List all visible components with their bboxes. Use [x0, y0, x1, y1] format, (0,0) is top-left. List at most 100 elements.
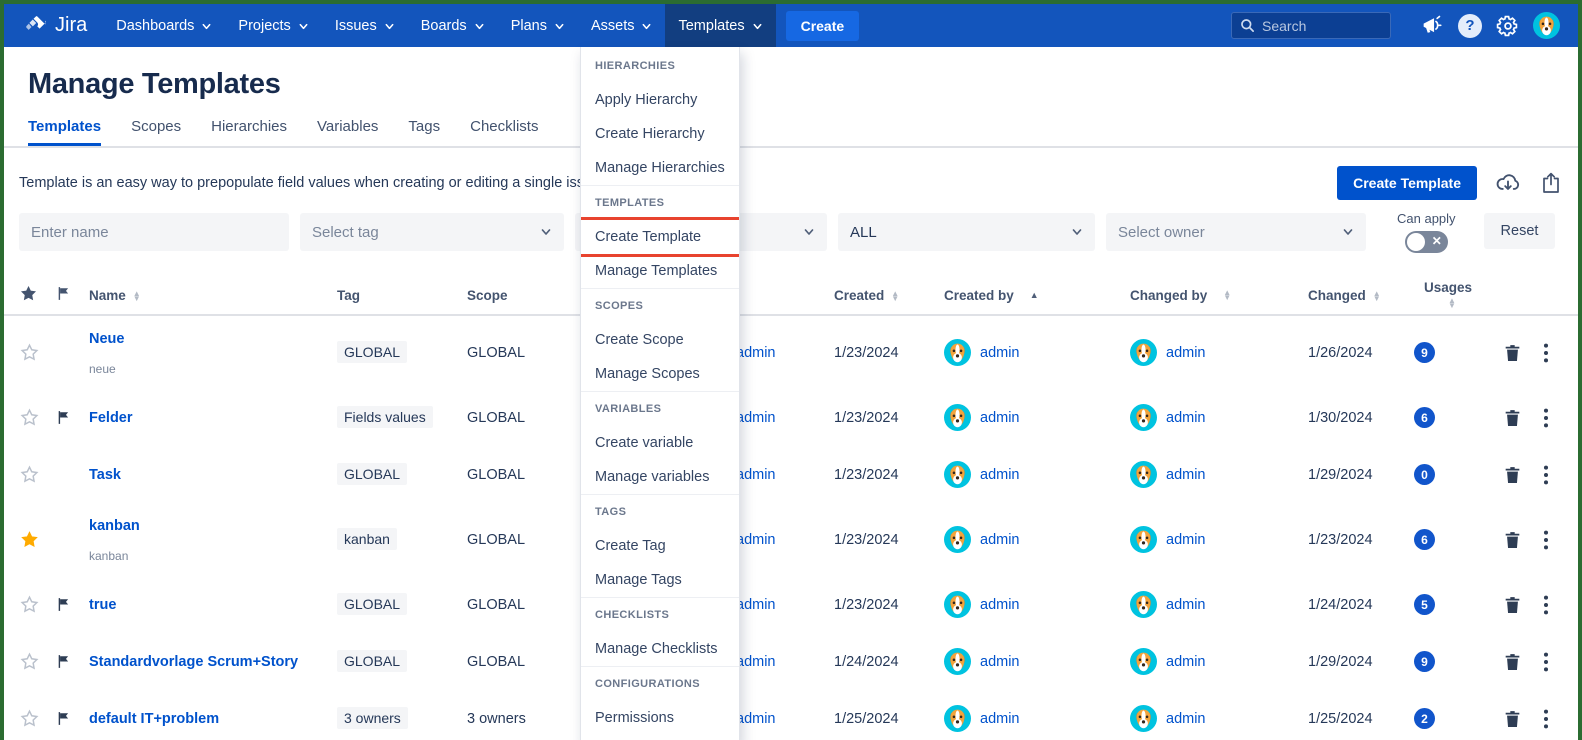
nav-item-templates[interactable]: Templates — [665, 4, 775, 47]
changed-by-link[interactable]: admin — [1166, 532, 1206, 548]
owner-link[interactable]: admin — [736, 345, 776, 361]
more-actions-button[interactable] — [1543, 529, 1549, 551]
global-search[interactable] — [1231, 12, 1391, 39]
more-actions-button[interactable] — [1543, 594, 1549, 616]
header-name[interactable]: Name▲▼ — [89, 288, 337, 303]
tab-templates[interactable]: Templates — [28, 118, 101, 146]
tab-tags[interactable]: Tags — [408, 118, 440, 146]
jira-logo[interactable]: Jira — [25, 14, 87, 37]
menu-item-manage-scopes[interactable]: Manage Scopes — [581, 357, 739, 391]
favorite-star-icon[interactable] — [19, 594, 55, 615]
tab-variables[interactable]: Variables — [317, 118, 378, 146]
changed-by-link[interactable]: admin — [1166, 467, 1206, 483]
header-created-by[interactable]: Created by▲ — [926, 288, 1112, 303]
table-row[interactable]: Neue neue GLOBAL GLOBAL admin 1/23/2024 … — [4, 316, 1578, 389]
owner-link[interactable]: admin — [736, 410, 776, 426]
nav-item-assets[interactable]: Assets — [578, 4, 666, 47]
changed-by-link[interactable]: admin — [1166, 345, 1206, 361]
menu-item-create-tag[interactable]: Create Tag — [581, 529, 739, 563]
table-row[interactable]: Felder Fields values GLOBAL admin 1/23/2… — [4, 389, 1578, 446]
export-button[interactable] — [1539, 170, 1563, 196]
favorite-star-icon[interactable] — [19, 529, 55, 550]
delete-button[interactable] — [1502, 594, 1523, 616]
changed-by-link[interactable]: admin — [1166, 654, 1206, 670]
template-name-link[interactable]: kanban — [89, 518, 140, 534]
owner-link[interactable]: admin — [736, 532, 776, 548]
owner-link[interactable]: admin — [736, 597, 776, 613]
menu-item-create-template[interactable]: Create Template — [581, 220, 739, 254]
header-created[interactable]: Created▲▼ — [814, 288, 926, 303]
menu-item-manage-hierarchies[interactable]: Manage Hierarchies — [581, 151, 739, 185]
can-apply-toggle[interactable]: ✕ — [1405, 231, 1448, 253]
tab-checklists[interactable]: Checklists — [470, 118, 538, 146]
template-name-link[interactable]: Neue — [89, 331, 124, 347]
more-actions-button[interactable] — [1543, 464, 1549, 486]
table-row[interactable]: true GLOBAL GLOBAL admin 1/23/2024 admin… — [4, 576, 1578, 633]
delete-button[interactable] — [1502, 651, 1523, 673]
created-by-link[interactable]: admin — [980, 532, 1020, 548]
header-star[interactable] — [19, 284, 55, 306]
created-by-link[interactable]: admin — [980, 345, 1020, 361]
created-by-link[interactable]: admin — [980, 410, 1020, 426]
nav-item-issues[interactable]: Issues — [322, 4, 408, 47]
delete-button[interactable] — [1502, 342, 1523, 364]
owner-link[interactable]: admin — [736, 467, 776, 483]
menu-item-create-hierarchy[interactable]: Create Hierarchy — [581, 117, 739, 151]
more-actions-button[interactable] — [1543, 342, 1549, 364]
menu-item-manage-tags[interactable]: Manage Tags — [581, 563, 739, 597]
owner-link[interactable]: admin — [736, 654, 776, 670]
reset-button[interactable]: Reset — [1484, 213, 1556, 249]
template-name-link[interactable]: Standardvorlage Scrum+Story — [89, 654, 298, 670]
delete-button[interactable] — [1502, 464, 1523, 486]
type-filter-select[interactable]: ALL — [838, 213, 1095, 251]
header-usages[interactable]: Usages▲▼ — [1404, 280, 1496, 310]
menu-item-apply-hierarchy[interactable]: Apply Hierarchy — [581, 83, 739, 117]
menu-item-permissions[interactable]: Permissions — [581, 701, 739, 735]
menu-item-manage-variables[interactable]: Manage variables — [581, 460, 739, 494]
table-row[interactable]: Standardvorlage Scrum+Story GLOBAL GLOBA… — [4, 633, 1578, 690]
template-name-link[interactable]: Felder — [89, 410, 133, 426]
settings-button[interactable] — [1489, 14, 1527, 38]
created-by-link[interactable]: admin — [980, 711, 1020, 727]
menu-item-manage-checklists[interactable]: Manage Checklists — [581, 632, 739, 666]
table-row[interactable]: kanban kanban kanban GLOBAL admin 1/23/2… — [4, 503, 1578, 576]
more-actions-button[interactable] — [1543, 407, 1549, 429]
menu-item-create-variable[interactable]: Create variable — [581, 426, 739, 460]
changed-by-link[interactable]: admin — [1166, 711, 1206, 727]
delete-button[interactable] — [1502, 708, 1523, 730]
help-button[interactable]: ? — [1451, 14, 1489, 38]
announcements-button[interactable] — [1413, 13, 1451, 38]
delete-button[interactable] — [1502, 529, 1523, 551]
menu-item-manage-templates[interactable]: Manage Templates — [581, 254, 739, 288]
template-name-link[interactable]: default IT+problem — [89, 711, 219, 727]
more-actions-button[interactable] — [1543, 708, 1549, 730]
nav-item-projects[interactable]: Projects — [225, 4, 321, 47]
header-flag[interactable] — [55, 285, 89, 305]
header-tag[interactable]: Tag — [337, 288, 467, 303]
user-avatar-button[interactable] — [1527, 12, 1565, 39]
tab-hierarchies[interactable]: Hierarchies — [211, 118, 287, 146]
header-changed[interactable]: Changed▲▼ — [1292, 288, 1404, 303]
created-by-link[interactable]: admin — [980, 654, 1020, 670]
table-row[interactable]: Task GLOBAL GLOBAL admin 1/23/2024 admin… — [4, 446, 1578, 503]
favorite-star-icon[interactable] — [19, 708, 55, 729]
favorite-star-icon[interactable] — [19, 407, 55, 428]
owner-link[interactable]: admin — [736, 711, 776, 727]
created-by-link[interactable]: admin — [980, 597, 1020, 613]
create-template-button[interactable]: Create Template — [1337, 166, 1477, 200]
changed-by-link[interactable]: admin — [1166, 597, 1206, 613]
tag-filter-select[interactable]: Select tag — [300, 213, 564, 251]
template-name-link[interactable]: Task — [89, 467, 121, 483]
favorite-star-icon[interactable] — [19, 651, 55, 672]
template-name-link[interactable]: true — [89, 597, 116, 613]
header-changed-by[interactable]: Changed by▲▼ — [1112, 288, 1292, 303]
import-button[interactable] — [1494, 170, 1522, 196]
search-input[interactable] — [1262, 18, 1372, 34]
favorite-star-icon[interactable] — [19, 464, 55, 485]
delete-button[interactable] — [1502, 407, 1523, 429]
changed-by-link[interactable]: admin — [1166, 410, 1206, 426]
nav-item-dashboards[interactable]: Dashboards — [103, 4, 225, 47]
header-scope[interactable]: Scope — [467, 288, 589, 303]
nav-item-boards[interactable]: Boards — [408, 4, 498, 47]
name-filter-input[interactable] — [19, 213, 289, 251]
